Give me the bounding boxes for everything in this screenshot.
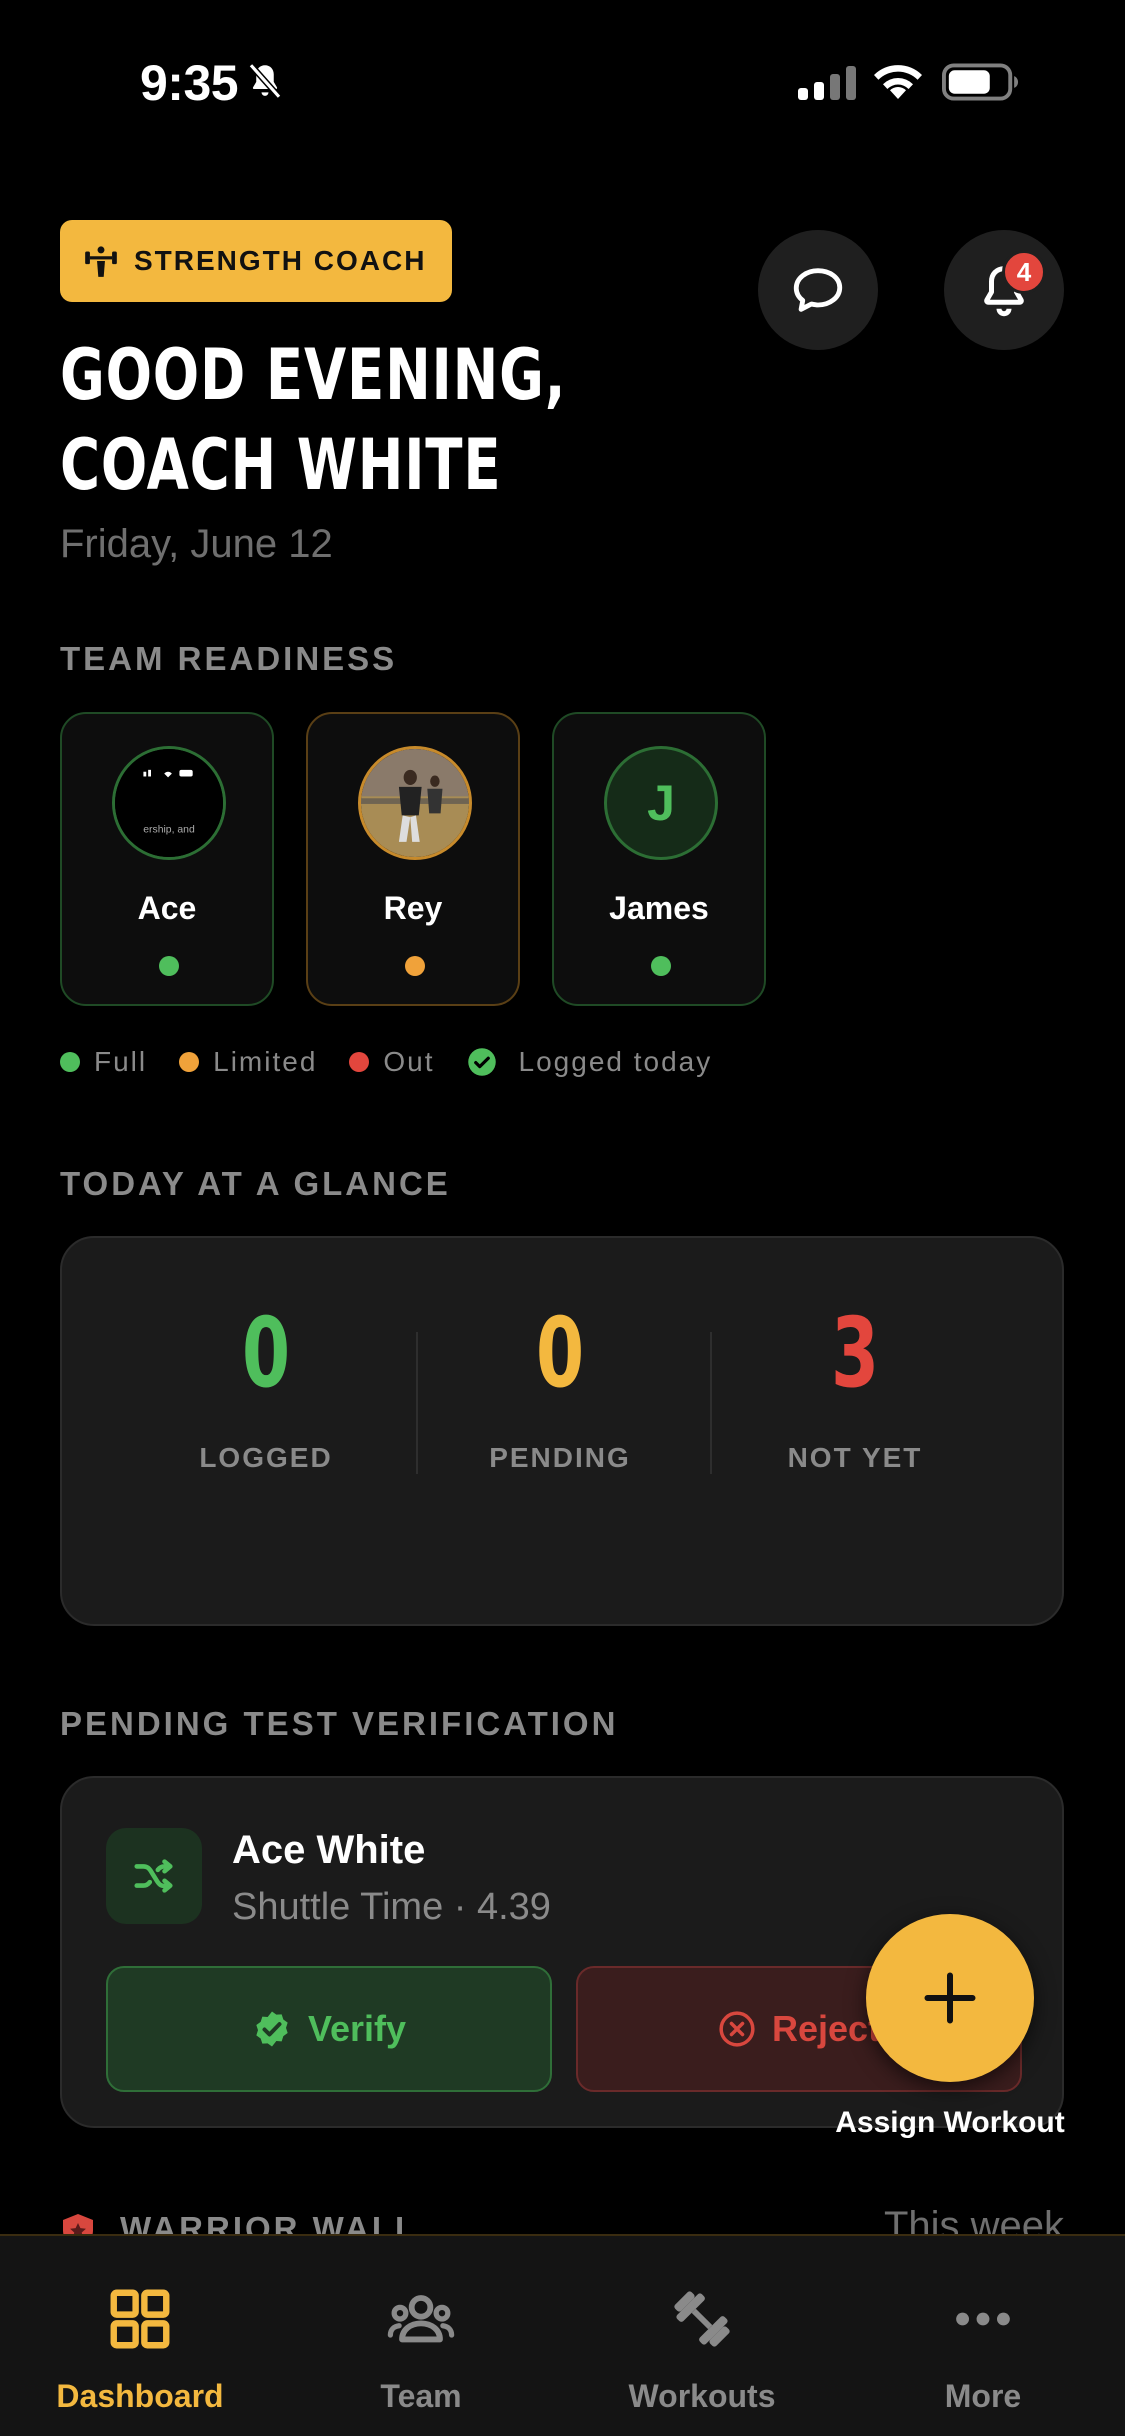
today-at-a-glance-title: TODAY AT A GLANCE <box>60 1165 451 1202</box>
stat-label: PENDING <box>489 1442 631 1473</box>
status-bar: 9:35 <box>0 0 1125 160</box>
athlete-card-rey[interactable]: Rey <box>306 712 520 1006</box>
wifi-icon <box>874 65 922 99</box>
notification-count-badge: 4 <box>1002 250 1046 294</box>
verified-badge-icon <box>256 2011 288 2047</box>
bell-slash-icon <box>248 63 282 99</box>
legend-limited: Limited <box>213 1046 318 1077</box>
stat-value: 0 <box>535 1297 585 1409</box>
stat-label: NOT YET <box>787 1442 923 1473</box>
grid-icon <box>110 2289 170 2349</box>
legend-out: Out <box>383 1046 435 1077</box>
tab-label: Dashboard <box>56 2378 224 2414</box>
legend-dot-out <box>349 1052 370 1072</box>
notifications-button[interactable]: 4 <box>944 230 1064 350</box>
plus-icon <box>924 1972 976 2024</box>
people-icon <box>387 2295 455 2343</box>
cellular-signal-icon <box>798 66 856 100</box>
athlete-card-ace[interactable]: ership, and Ace <box>60 712 274 1006</box>
avatar: ership, and <box>112 746 226 860</box>
avatar <box>358 746 472 860</box>
weightlifter-icon <box>85 246 117 277</box>
shuffle-icon <box>106 1828 202 1924</box>
messages-button[interactable] <box>758 230 878 350</box>
assign-workout-label: Assign Workout <box>835 2106 1065 2139</box>
role-badge-label: STRENGTH COACH <box>134 245 427 276</box>
athlete-name: James <box>609 890 709 926</box>
battery-icon <box>942 63 1019 101</box>
readiness-legend: Full Limited Out Logged today <box>60 1046 744 1078</box>
avatar-photo <box>361 749 469 857</box>
athlete-name: Ace White <box>232 1828 426 1872</box>
tab-label: More <box>944 2378 1022 2414</box>
stat-value: 0 <box>241 1297 291 1409</box>
legend-dot-limited <box>179 1052 200 1072</box>
stat-logged: 0 LOGGED <box>118 1298 414 1474</box>
legend-logged-today: Logged today <box>518 1046 713 1077</box>
tab-dashboard[interactable]: Dashboard <box>20 2284 260 2415</box>
glance-card: 0 LOGGED 0 PENDING 3 NOT YET <box>60 1236 1064 1626</box>
check-circle-icon <box>467 1048 496 1076</box>
avatar-snippet-text: ership, and <box>143 824 195 835</box>
avatar-initial: J <box>604 746 718 860</box>
tab-label: Workouts <box>628 2378 776 2414</box>
greeting-title: GOOD EVENING, COACH WHITE <box>60 334 567 506</box>
chat-bubble-icon <box>793 268 843 312</box>
stat-value: 3 <box>830 1297 880 1409</box>
verify-label: Verify <box>307 2008 407 2049</box>
athlete-name: Ace <box>137 890 197 926</box>
tab-team[interactable]: Team <box>301 2284 541 2415</box>
status-time: 9:35 <box>140 55 239 111</box>
test-detail: Shuttle Time · 4.39 <box>232 1886 551 1928</box>
verify-button[interactable]: Verify <box>106 1966 552 2092</box>
pending-verification-title: PENDING TEST VERIFICATION <box>60 1705 619 1742</box>
reject-label: Reject <box>772 2008 881 2049</box>
athlete-card-james[interactable]: J James <box>552 712 766 1006</box>
bottom-tab-bar: Dashboard Team Workouts More <box>0 2234 1125 2436</box>
team-readiness-title: TEAM READINESS <box>60 640 398 677</box>
assign-workout-fab[interactable] <box>866 1914 1034 2082</box>
stat-not-yet: 3 NOT YET <box>707 1298 1003 1474</box>
stat-label: LOGGED <box>199 1442 333 1473</box>
tab-label: Team <box>380 2378 462 2414</box>
legend-full: Full <box>94 1046 148 1077</box>
role-badge: STRENGTH COACH <box>60 220 453 302</box>
legend-dot-full <box>60 1052 80 1072</box>
avatar-screenshot-thumbnail: ership, and <box>115 749 223 857</box>
tab-more[interactable]: More <box>863 2284 1103 2415</box>
status-dot-limited <box>405 956 425 976</box>
current-date: Friday, June 12 <box>60 522 333 566</box>
dumbbell-icon <box>674 2291 730 2347</box>
readiness-cards: ership, and Ace Rey J James <box>60 712 766 1006</box>
tab-workouts[interactable]: Workouts <box>582 2284 822 2415</box>
status-dot-full <box>159 956 179 976</box>
status-dot-full <box>651 956 671 976</box>
stat-pending: 0 PENDING <box>412 1298 708 1474</box>
x-circle-icon <box>719 2011 755 2047</box>
athlete-name: Rey <box>383 890 443 926</box>
more-dots-icon <box>956 2312 1010 2326</box>
